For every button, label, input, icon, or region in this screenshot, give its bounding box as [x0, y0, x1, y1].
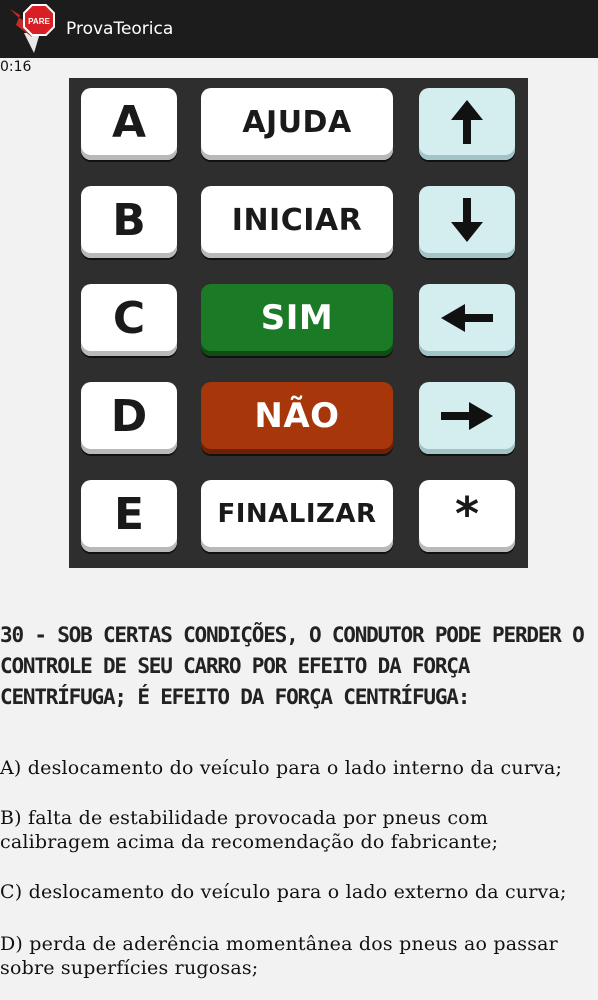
key-iniciar: INICIAR [201, 186, 393, 258]
key-d: D [81, 382, 177, 454]
key-finalizar: FINALIZAR [201, 480, 393, 552]
arrow-down-icon [419, 186, 515, 258]
app-title: ProvaTeorica [66, 19, 174, 39]
key-e: E [81, 480, 177, 552]
key-star: * [419, 480, 515, 552]
question-text: 30 - SOB CERTAS CONDIÇÕES, O CONDUTOR PO… [0, 623, 585, 709]
arrow-right-icon [419, 382, 515, 454]
key-ajuda: AJUDA [201, 88, 393, 160]
option-b[interactable]: B) falta de estabilidade provocada por p… [0, 806, 598, 854]
arrow-up-icon [419, 88, 515, 160]
keypad-image: A B C D E AJUDA INICIAR SIM NÃO FINALIZA… [69, 78, 528, 568]
key-c: C [81, 284, 177, 356]
option-a[interactable]: A) deslocamento do veículo para o lado i… [0, 756, 598, 780]
option-d[interactable]: D) perda de aderência momentânea dos pne… [0, 932, 598, 980]
key-sim: SIM [201, 284, 393, 356]
arrow-left-icon [419, 284, 515, 356]
option-c[interactable]: C) deslocamento do veículo para o lado e… [0, 880, 598, 904]
action-bar: PARE ProvaTeorica [0, 0, 598, 58]
stop-sign-icon[interactable]: PARE [10, 3, 58, 55]
key-nao: NÃO [201, 382, 393, 454]
stop-sign-text: PARE [28, 17, 50, 26]
key-b: B [81, 186, 177, 258]
timer: 0:16 [0, 59, 32, 75]
key-a: A [81, 88, 177, 160]
